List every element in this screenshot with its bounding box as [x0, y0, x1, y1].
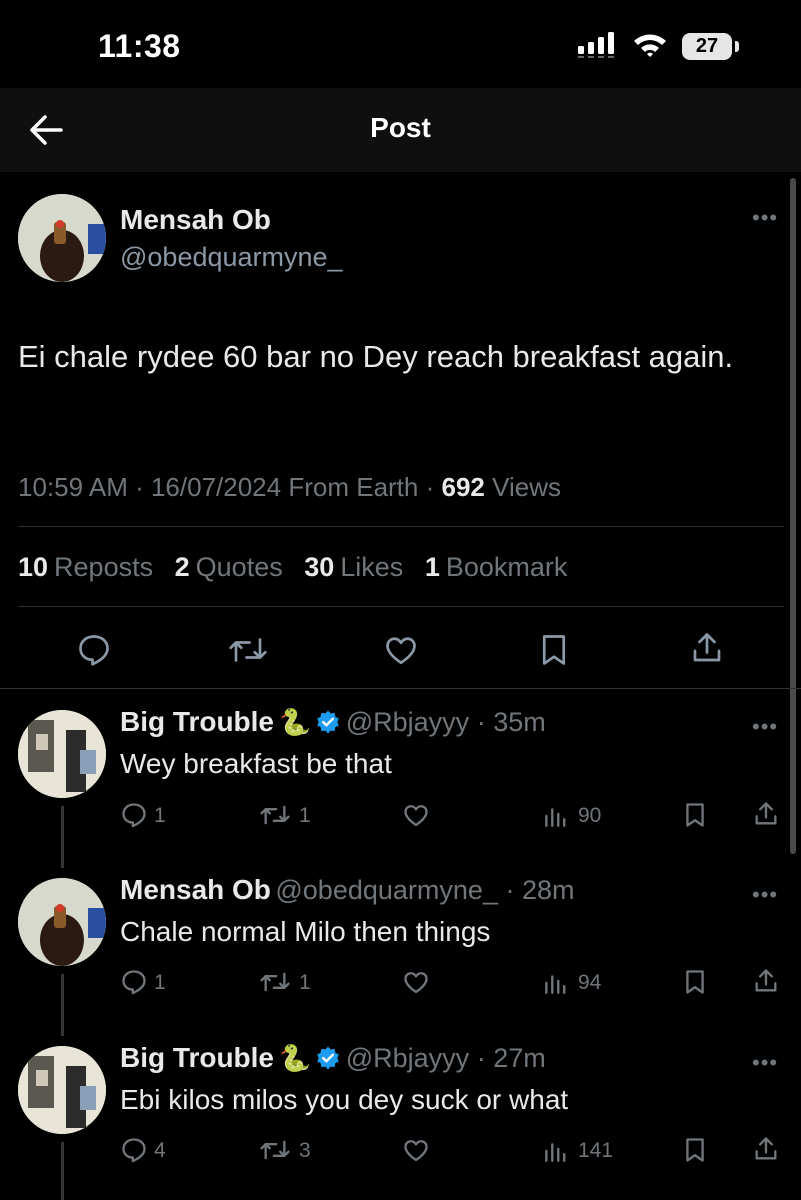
reply-header: Big Trouble 🐍 @Rbjayyy · 35m	[120, 706, 546, 737]
reply-handle[interactable]: @obedquarmyne_	[275, 875, 498, 905]
views-icon[interactable]	[541, 803, 569, 829]
reposts-label[interactable]: Reposts	[54, 552, 153, 582]
bookmark-icon[interactable]	[681, 968, 709, 996]
views-count: 94	[578, 971, 602, 994]
post-date: 16/07/2024	[150, 472, 282, 502]
views-icon[interactable]	[541, 1138, 569, 1164]
reposts-count[interactable]: 10	[18, 552, 48, 582]
reply-icon[interactable]	[120, 1136, 148, 1164]
author-handle[interactable]: @obedquarmyne_	[120, 242, 343, 273]
repost-icon[interactable]	[258, 968, 292, 996]
share-icon[interactable]	[752, 1135, 780, 1163]
reply-age[interactable]: 35m	[493, 707, 546, 737]
share-icon[interactable]	[752, 967, 780, 995]
post-time: 10:59 AM	[18, 472, 128, 502]
reply-icon[interactable]	[120, 801, 148, 829]
status-time: 11:38	[98, 28, 181, 64]
battery-indicator: 27	[682, 33, 732, 60]
reply-more-icon[interactable]: •••	[752, 882, 778, 908]
repost-icon[interactable]	[228, 632, 268, 668]
reply-text: Ebi kilos milos you dey suck or what	[120, 1084, 569, 1115]
snake-emoji: 🐍	[278, 1043, 311, 1073]
reply-icon[interactable]	[76, 632, 112, 668]
reply-author-name[interactable]: Big Trouble	[120, 706, 274, 737]
divider	[18, 526, 784, 527]
reply-author-name[interactable]: Big Trouble	[120, 1042, 274, 1073]
reply-handle[interactable]: @Rbjayyy	[346, 707, 469, 737]
repost-count: 3	[299, 1139, 311, 1162]
post-text: Ei chale rydee 60 bar no Dey reach break…	[18, 339, 734, 374]
more-options-icon[interactable]: •••	[752, 205, 778, 231]
bookmarks-label[interactable]: Bookmark	[446, 552, 568, 582]
reply-text: Chale normal Milo then things	[120, 916, 491, 947]
reply-age[interactable]: 27m	[493, 1043, 546, 1073]
scrollbar[interactable]	[790, 178, 796, 854]
reply-header: Big Trouble 🐍 @Rbjayyy · 27m	[120, 1042, 546, 1073]
reply-more-icon[interactable]: •••	[752, 714, 778, 740]
bookmark-icon[interactable]	[536, 632, 572, 668]
likes-count[interactable]: 30	[304, 552, 334, 582]
battery-nub	[735, 41, 739, 52]
reply-age[interactable]: 28m	[522, 875, 575, 905]
reply-count: 1	[154, 804, 166, 827]
share-icon[interactable]	[752, 800, 780, 828]
post-meta: 10:59 AM · 16/07/2024 From Earth · 692 V…	[18, 472, 561, 502]
verified-badge-icon	[317, 710, 340, 734]
like-icon[interactable]	[401, 801, 431, 829]
divider	[18, 606, 784, 607]
view-count: 692	[441, 472, 485, 502]
reply-icon[interactable]	[120, 968, 148, 996]
repost-icon[interactable]	[258, 801, 292, 829]
like-icon[interactable]	[383, 632, 419, 668]
reply-count: 1	[154, 971, 166, 994]
divider	[0, 688, 801, 689]
likes-label[interactable]: Likes	[340, 552, 403, 582]
views-icon[interactable]	[541, 970, 569, 996]
bookmark-icon[interactable]	[681, 801, 709, 829]
snake-emoji: 🐍	[278, 707, 311, 737]
reply-avatar[interactable]	[18, 710, 106, 798]
views-count: 141	[578, 1139, 614, 1162]
wifi-icon	[634, 34, 666, 57]
author-avatar[interactable]	[18, 194, 106, 282]
repost-count: 1	[299, 804, 311, 827]
author-name[interactable]: Mensah Ob	[120, 204, 271, 236]
repost-count: 1	[299, 971, 311, 994]
reply-author-name[interactable]: Mensah Ob	[120, 874, 271, 905]
reply-text: Wey breakfast be that	[120, 748, 392, 779]
page-title: Post	[370, 112, 431, 143]
bookmarks-count[interactable]: 1	[425, 552, 440, 582]
bookmark-icon[interactable]	[681, 1136, 709, 1164]
quotes-label[interactable]: Quotes	[196, 552, 283, 582]
thread-line	[61, 974, 64, 1036]
post-source: From Earth	[288, 472, 419, 502]
share-icon[interactable]	[689, 630, 725, 666]
reply-avatar[interactable]	[18, 1046, 106, 1134]
like-icon[interactable]	[401, 1136, 431, 1164]
thread-line	[61, 1142, 64, 1200]
verified-badge-icon	[317, 1046, 340, 1070]
view-label: Views	[492, 472, 561, 502]
reply-header: Mensah Ob @obedquarmyne_ · 28m	[120, 874, 575, 905]
thread-line	[61, 806, 64, 868]
reply-more-icon[interactable]: •••	[752, 1050, 778, 1076]
quotes-count[interactable]: 2	[175, 552, 190, 582]
like-icon[interactable]	[401, 968, 431, 996]
signal-icon	[578, 32, 614, 58]
reply-count: 4	[154, 1139, 166, 1162]
reply-handle[interactable]: @Rbjayyy	[346, 1043, 469, 1073]
post-stats: 10 Reposts 2 Quotes 30 Likes 1 Bookmark	[18, 552, 567, 583]
reply-avatar[interactable]	[18, 878, 106, 966]
views-count: 90	[578, 804, 602, 827]
repost-icon[interactable]	[258, 1136, 292, 1164]
